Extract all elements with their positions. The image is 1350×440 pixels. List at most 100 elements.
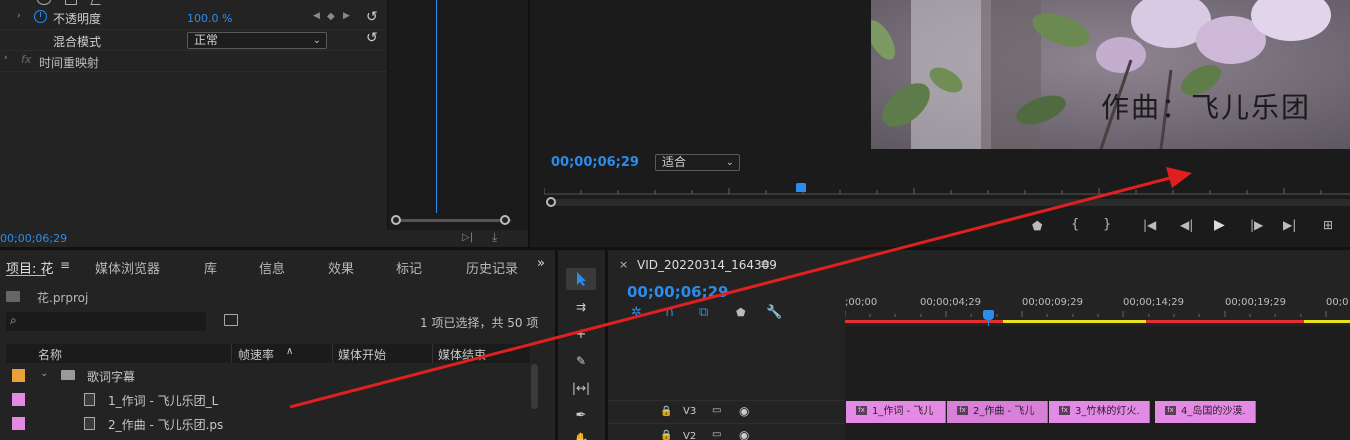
nest-toggle-icon[interactable]: ✲	[631, 305, 642, 320]
lock-icon[interactable]: 🔒	[660, 430, 672, 440]
opacity-value[interactable]: 100.0 %	[187, 12, 232, 25]
step-forward-icon[interactable]: |▶	[1250, 218, 1263, 232]
close-icon[interactable]: ×	[619, 258, 628, 271]
chevron-down-icon[interactable]: ⌄	[40, 368, 48, 379]
export-icon[interactable]: ⤓	[492, 230, 497, 245]
track-select-tool[interactable]: ⇉	[566, 296, 596, 318]
sync-lock-icon[interactable]: ▭	[712, 405, 721, 416]
next-keyframe-icon[interactable]: ▶	[343, 11, 350, 21]
label-color-swatch[interactable]	[12, 417, 25, 430]
stopwatch-icon[interactable]	[34, 10, 47, 23]
tab-info[interactable]: 信息	[259, 258, 285, 277]
timeline-clip[interactable]: fx 2_作曲 - 飞儿	[947, 401, 1048, 423]
linked-selection-icon[interactable]: ⧉	[699, 305, 708, 320]
list-item[interactable]: 2_作曲 - 飞儿乐团.ps	[0, 412, 530, 436]
psd-file-icon	[84, 393, 95, 406]
eye-icon[interactable]: ◉	[739, 428, 749, 440]
clip-name: 4_岛国的沙漠.	[1181, 406, 1246, 417]
render-bar-yellow	[1304, 320, 1350, 323]
pen-mask-icon[interactable]	[90, 0, 104, 5]
expand-chevron-icon[interactable]: ›	[4, 53, 8, 63]
selection-tool[interactable]	[566, 268, 596, 290]
timeline-clip[interactable]: fx 3_竹林的灯火.	[1049, 401, 1150, 423]
ellipse-mask-icon[interactable]	[37, 0, 51, 5]
mark-out-icon[interactable]: }	[1103, 217, 1111, 232]
col-media-start[interactable]: 媒体开始	[338, 346, 386, 363]
add-marker-icon[interactable]: ⬟	[736, 306, 746, 319]
tab-media-browser[interactable]: 媒体浏览器	[95, 258, 160, 277]
effect-controls-timecode[interactable]: 00;00;06;29	[0, 232, 67, 245]
time-remap-label: 时间重映射	[39, 56, 100, 70]
ruler-tick-label: 00;00;04;29	[920, 297, 982, 308]
label-color-swatch[interactable]	[12, 369, 25, 382]
label-color-swatch[interactable]	[12, 393, 25, 406]
zoom-scrollbar[interactable]	[394, 219, 511, 222]
sync-lock-icon[interactable]: ▭	[712, 429, 721, 440]
render-bar-red	[1146, 320, 1304, 323]
snap-icon[interactable]: ∩	[665, 305, 675, 320]
wrench-icon[interactable]: 🔧	[766, 305, 782, 320]
reset-icon[interactable]: ↺	[366, 9, 378, 25]
col-media-end[interactable]: 媒体结束	[438, 346, 486, 363]
new-bin-icon[interactable]	[224, 314, 238, 326]
pen-tool[interactable]: ✒	[566, 404, 596, 426]
panel-menu-icon[interactable]: ≡	[760, 257, 770, 271]
tab-history[interactable]: 历史记录	[466, 258, 518, 277]
fx-badge-icon: fx	[1165, 405, 1176, 415]
column-header-row: 名称 帧速率 ∧ 媒体开始 媒体结束	[6, 344, 530, 363]
track-label[interactable]: V2	[683, 431, 696, 440]
zoom-handle[interactable]	[546, 197, 556, 207]
sequence-tab[interactable]: VID_20220314_164309	[637, 258, 777, 272]
list-item[interactable]: ⌄ 歌词字幕	[0, 364, 530, 388]
tab-effects[interactable]: 效果	[328, 258, 354, 277]
timeline-timecode[interactable]: 00;00;06;29	[627, 283, 729, 301]
go-to-in-icon[interactable]: |◀	[1143, 218, 1156, 232]
step-back-icon[interactable]: ◀|	[1180, 218, 1193, 232]
program-playhead[interactable]	[796, 183, 806, 192]
lift-icon[interactable]: ⊞	[1323, 218, 1333, 232]
mark-in-icon[interactable]: {	[1071, 217, 1079, 232]
program-zoom-bar[interactable]	[552, 199, 1350, 206]
list-item[interactable]: 1_作词 - 飞儿乐团_L	[0, 388, 530, 412]
rect-mask-icon[interactable]	[65, 0, 77, 5]
play-icon[interactable]: ▶	[1214, 217, 1225, 233]
col-frame-rate[interactable]: 帧速率	[238, 346, 274, 363]
scroll-handle-left[interactable]	[391, 215, 401, 225]
timeline-clip[interactable]: fx 1_作词 - 飞儿	[846, 401, 946, 423]
go-to-out-icon[interactable]: ▶|	[1283, 218, 1296, 232]
track-select-icon: ⇉	[575, 300, 587, 314]
selection-status: 1 项已选择，共 50 项	[420, 316, 539, 330]
blend-mode-dropdown[interactable]: 正常 ⌄	[187, 32, 327, 49]
filter-icon[interactable]: ▷|	[462, 232, 473, 243]
prev-keyframe-icon[interactable]: ◀	[313, 11, 320, 21]
tab-markers[interactable]: 标记	[396, 258, 422, 277]
project-scrollbar[interactable]	[531, 364, 538, 409]
timeline-clip[interactable]: fx 4_岛国的沙漠.	[1155, 401, 1256, 423]
ripple-edit-tool[interactable]: +	[566, 323, 596, 345]
fit-dropdown[interactable]: 适合 ⌄	[655, 154, 740, 171]
program-timecode[interactable]: 00;00;06;29	[551, 155, 639, 170]
scroll-handle-right[interactable]	[500, 215, 510, 225]
more-tabs-icon[interactable]: »	[537, 256, 545, 271]
search-input[interactable]: ⌕	[6, 312, 206, 331]
psd-file-icon	[84, 417, 95, 430]
pen-icon: ✒	[575, 407, 587, 423]
expand-chevron-icon[interactable]: ›	[17, 11, 21, 21]
add-keyframe-icon[interactable]: ◆	[327, 11, 335, 22]
hand-tool[interactable]: ✋	[566, 428, 596, 440]
program-ruler[interactable]	[544, 185, 1350, 195]
add-marker-icon[interactable]: ⬟	[1032, 219, 1042, 233]
reset-icon[interactable]: ↺	[366, 30, 378, 46]
sort-asc-icon[interactable]: ∧	[286, 346, 293, 357]
razor-tool[interactable]: ✎	[566, 350, 596, 372]
col-name[interactable]: 名称	[38, 346, 62, 363]
tab-libraries[interactable]: 库	[204, 258, 217, 277]
chevron-down-icon: ⌄	[725, 157, 734, 168]
lock-icon[interactable]: 🔒	[660, 406, 672, 417]
track-label[interactable]: V3	[683, 406, 696, 417]
slip-tool[interactable]: |↔|	[566, 377, 596, 399]
eye-icon[interactable]: ◉	[739, 404, 749, 418]
panel-divider[interactable]	[528, 0, 530, 247]
playhead-line	[436, 0, 437, 213]
panel-menu-icon[interactable]: ≡	[60, 258, 70, 272]
